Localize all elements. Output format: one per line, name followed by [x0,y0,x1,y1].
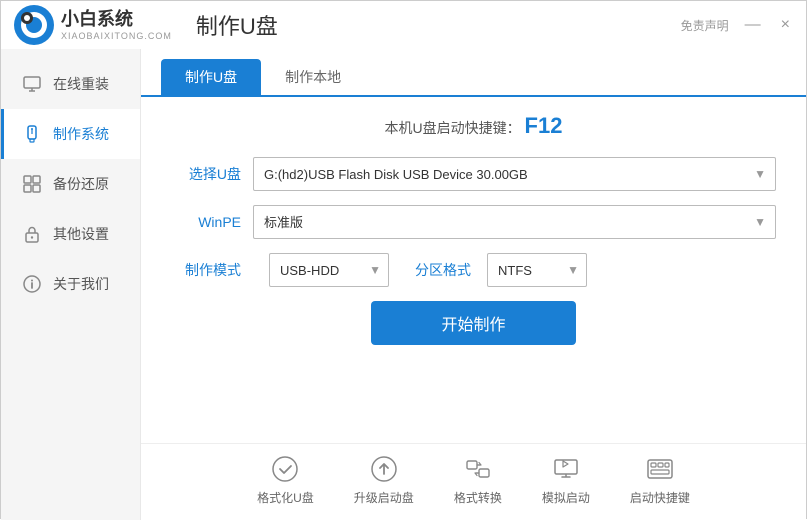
winpe-select[interactable]: 标准版 [253,205,776,239]
sidebar-label-backup-restore: 备份还原 [53,174,109,194]
make-mode-wrapper: USB-HDD ▼ [269,253,389,287]
start-btn-row: 开始制作 [171,301,776,345]
upgrade-boot-item[interactable]: 升级启动盘 [354,454,414,506]
tab-make-usb[interactable]: 制作U盘 [161,59,261,95]
hotkey-hint-text: 本机U盘启动快捷键： [385,120,521,136]
winpe-row: WinPE 标准版 ▼ [171,205,776,239]
monitor-icon [21,73,43,95]
simulate-boot-icon [551,454,581,484]
mode-format-row: 制作模式 USB-HDD ▼ 分区格式 NTFS ▼ [171,253,776,287]
start-make-button[interactable]: 开始制作 [371,301,575,345]
logo-text: 小白系统 XIAOBAIXITONG.COM [61,9,172,41]
select-usb-row: 选择U盘 G:(hd2)USB Flash Disk USB Device 30… [171,157,776,191]
bottom-icons: 格式化U盘 升级启动盘 格式转换 [141,443,806,520]
tab-make-local[interactable]: 制作本地 [261,59,365,95]
logo-main-text: 小白系统 [61,9,172,31]
select-usb-label: 选择U盘 [171,164,241,184]
title-bar: 小白系统 XIAOBAIXITONG.COM 制作U盘 免责声明 — × [1,1,806,49]
info-icon [21,273,43,295]
sidebar-item-make-system[interactable]: 制作系统 [1,109,140,159]
grid-icon [21,173,43,195]
sidebar-label-make-system: 制作系统 [53,124,109,144]
upgrade-boot-icon [369,454,399,484]
minimize-button[interactable]: — [741,16,765,34]
winpe-wrapper: 标准版 ▼ [253,205,776,239]
sidebar-label-online-reinstall: 在线重装 [53,74,109,94]
disclaimer-link[interactable]: 免责声明 [681,17,729,34]
part-format-label: 分区格式 [415,260,471,280]
logo-icon [13,4,55,46]
usb-icon [21,123,43,145]
hotkey-hint: 本机U盘启动快捷键： F12 [171,113,776,139]
title-controls: 免责声明 — × [681,16,794,34]
simulate-boot-label: 模拟启动 [542,489,590,506]
logo-sub-text: XIAOBAIXITONG.COM [61,31,172,41]
form-area: 本机U盘启动快捷键： F12 选择U盘 G:(hd2)USB Flash Dis… [141,97,806,443]
content-area: 制作U盘 制作本地 本机U盘启动快捷键： F12 选择U盘 G:(hd2)USB… [141,49,806,520]
key-icon [645,454,675,484]
convert-icon [463,454,493,484]
lock-icon [21,223,43,245]
logo-area: 小白系统 XIAOBAIXITONG.COM [13,4,172,46]
tab-bar: 制作U盘 制作本地 [141,49,806,97]
format-convert-label: 格式转换 [454,489,502,506]
main-layout: 在线重装 制作系统 备份还原 [1,49,806,520]
sidebar-item-online-reinstall[interactable]: 在线重装 [1,59,140,109]
upgrade-boot-label: 升级启动盘 [354,489,414,506]
select-usb-wrapper: G:(hd2)USB Flash Disk USB Device 30.00GB… [253,157,776,191]
simulate-boot-item[interactable]: 模拟启动 [542,454,590,506]
close-button[interactable]: × [777,16,794,34]
boot-shortcut-label: 启动快捷键 [630,489,690,506]
hotkey-value: F12 [525,113,563,138]
page-title: 制作U盘 [196,9,278,41]
sidebar-item-other-settings[interactable]: 其他设置 [1,209,140,259]
sidebar-label-about-us: 关于我们 [53,274,109,294]
sidebar-item-about-us[interactable]: 关于我们 [1,259,140,309]
select-usb-input[interactable]: G:(hd2)USB Flash Disk USB Device 30.00GB [253,157,776,191]
make-mode-label: 制作模式 [171,260,241,280]
make-mode-select[interactable]: USB-HDD [269,253,389,287]
part-format-wrapper: NTFS ▼ [487,253,587,287]
format-convert-item[interactable]: 格式转换 [454,454,502,506]
format-usb-icon [270,454,300,484]
sidebar-item-backup-restore[interactable]: 备份还原 [1,159,140,209]
winpe-label: WinPE [171,214,241,230]
part-format-select[interactable]: NTFS [487,253,587,287]
format-usb-label: 格式化U盘 [257,489,314,506]
sidebar: 在线重装 制作系统 备份还原 [1,49,141,520]
sidebar-label-other-settings: 其他设置 [53,224,109,244]
boot-shortcut-item[interactable]: 启动快捷键 [630,454,690,506]
format-usb-item[interactable]: 格式化U盘 [257,454,314,506]
